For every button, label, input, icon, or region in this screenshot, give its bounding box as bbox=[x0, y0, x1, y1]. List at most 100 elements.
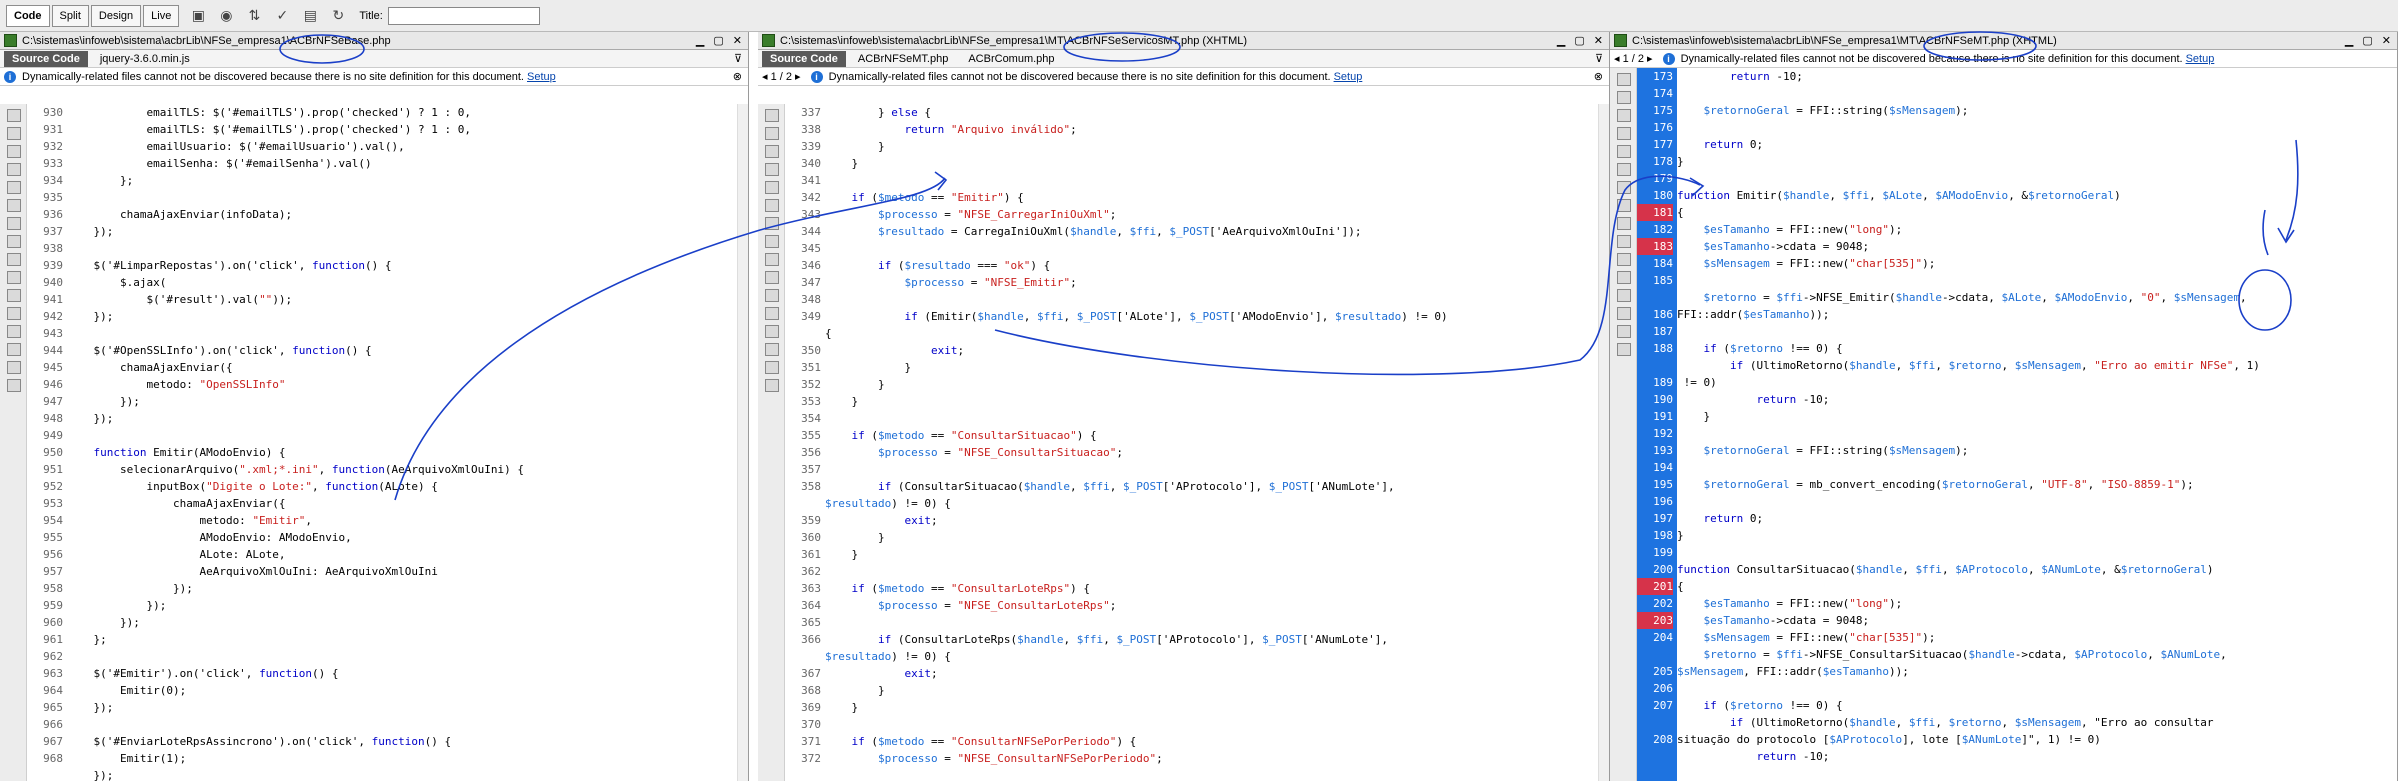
code-line[interactable]: if (ConsultarLoteRps($handle, $ffi, $_PO… bbox=[825, 631, 1598, 648]
wrap-tag-icon[interactable] bbox=[765, 289, 779, 302]
code-line[interactable]: emailTLS: $('#emailTLS').prop('checked')… bbox=[67, 104, 737, 121]
code-line[interactable]: if (ConsultarSituacao($handle, $ffi, $_P… bbox=[825, 478, 1598, 495]
code-line[interactable]: function Emitir(AModoEnvio) { bbox=[67, 444, 737, 461]
code-line[interactable]: $processo = "NFSE_ConsultarSituacao"; bbox=[825, 444, 1598, 461]
code-line[interactable]: return -10; bbox=[1677, 68, 2397, 85]
title-input[interactable] bbox=[387, 6, 540, 25]
preview-browser-icon[interactable]: ◉ bbox=[215, 5, 237, 27]
code-line[interactable]: metodo: "OpenSSLInfo" bbox=[67, 376, 737, 393]
code-line[interactable]: $('#LimparRepostas').on('click', functio… bbox=[67, 257, 737, 274]
tab-source-code[interactable]: Source Code bbox=[4, 50, 88, 67]
move-css-icon[interactable] bbox=[765, 325, 779, 338]
code-line[interactable] bbox=[825, 716, 1598, 733]
code-line[interactable]: return 0; bbox=[1677, 136, 2397, 153]
code-line[interactable]: } bbox=[825, 546, 1598, 563]
code-line[interactable]: } bbox=[1677, 408, 2397, 425]
minimize-icon[interactable]: ▁ bbox=[1557, 34, 1565, 47]
tab-jquery[interactable]: jquery-3.6.0.min.js bbox=[92, 51, 198, 67]
live-view-button[interactable]: Live bbox=[143, 4, 180, 27]
code-line[interactable]: if ($metodo == "Emitir") { bbox=[825, 189, 1598, 206]
code-line[interactable]: function Emitir($handle, $ffi, $ALote, $… bbox=[1677, 187, 2397, 204]
pane-1-code-area[interactable]: emailTLS: $('#emailTLS').prop('checked')… bbox=[67, 104, 737, 781]
code-line[interactable]: emailSenha: $('#emailSenha').val() bbox=[67, 155, 737, 172]
code-line[interactable]: $sMensagem = FFI::new("char[535]"); bbox=[1677, 255, 2397, 272]
code-line[interactable]: if ($metodo == "ConsultarSituacao") { bbox=[825, 427, 1598, 444]
remove-comment-icon[interactable] bbox=[7, 271, 21, 284]
code-line[interactable] bbox=[825, 614, 1598, 631]
format-source-icon[interactable] bbox=[7, 379, 21, 392]
outdent-icon[interactable] bbox=[765, 361, 779, 374]
close-info-icon[interactable]: ⊗ bbox=[1594, 70, 1603, 83]
code-line[interactable]: return -10; bbox=[1677, 391, 2397, 408]
code-line[interactable]: function ConsultarSituacao($handle, $ffi… bbox=[1677, 561, 2397, 578]
code-line[interactable]: return 0; bbox=[1677, 510, 2397, 527]
syntax-error-icon[interactable] bbox=[7, 235, 21, 248]
code-line[interactable]: $retornoGeral = mb_convert_encoding($ret… bbox=[1677, 476, 2397, 493]
minimize-icon[interactable]: ▁ bbox=[2345, 34, 2353, 47]
code-line[interactable] bbox=[1677, 459, 2397, 476]
indent-icon[interactable] bbox=[765, 343, 779, 356]
restore-icon[interactable]: ▢ bbox=[713, 34, 723, 47]
format-source-icon[interactable] bbox=[1617, 343, 1631, 356]
code-line[interactable]: $resultado = CarregaIniOuXml($handle, $f… bbox=[825, 223, 1598, 240]
collapse-tag-icon[interactable] bbox=[7, 127, 21, 140]
tab-source-code[interactable]: Source Code bbox=[762, 50, 846, 67]
code-line[interactable]: return -10; bbox=[1677, 748, 2397, 765]
apply-comment-icon[interactable] bbox=[1617, 217, 1631, 230]
code-line[interactable]: if ($metodo == "ConsultarNFSePorPeriodo"… bbox=[825, 733, 1598, 750]
code-line[interactable]: } bbox=[825, 393, 1598, 410]
indent-icon[interactable] bbox=[7, 343, 21, 356]
code-line[interactable]: if (Emitir($handle, $ffi, $_POST['ALote'… bbox=[825, 308, 1598, 325]
syntax-error-icon[interactable] bbox=[1617, 199, 1631, 212]
select-parent-icon[interactable] bbox=[7, 163, 21, 176]
expand-all-icon[interactable] bbox=[765, 145, 779, 158]
code-line[interactable]: emailUsuario: $('#emailUsuario').val(), bbox=[67, 138, 737, 155]
code-line[interactable]: $processo = "NFSE_CarregarIniOuXml"; bbox=[825, 206, 1598, 223]
select-parent-icon[interactable] bbox=[765, 163, 779, 176]
code-line[interactable]: FFI::addr($esTamanho)); bbox=[1677, 306, 2397, 323]
line-numbers-icon[interactable] bbox=[765, 199, 779, 212]
code-line[interactable] bbox=[825, 291, 1598, 308]
line-numbers-icon[interactable] bbox=[1617, 163, 1631, 176]
code-line[interactable]: AModoEnvio: AModoEnvio, bbox=[67, 529, 737, 546]
code-line[interactable]: $processo = "NFSE_ConsultarLoteRps"; bbox=[825, 597, 1598, 614]
code-line[interactable]: { bbox=[1677, 578, 2397, 595]
code-line[interactable]: $('#EnviarLoteRpsAssincrono').on('click'… bbox=[67, 733, 737, 750]
code-line[interactable]: }); bbox=[67, 410, 737, 427]
code-line[interactable]: }); bbox=[67, 393, 737, 410]
code-line[interactable]: }); bbox=[67, 597, 737, 614]
code-line[interactable]: chamaAjaxEnviar(infoData); bbox=[67, 206, 737, 223]
move-css-icon[interactable] bbox=[1617, 289, 1631, 302]
recent-snippets-icon[interactable] bbox=[7, 307, 21, 320]
code-line[interactable]: emailTLS: $('#emailTLS').prop('checked')… bbox=[67, 121, 737, 138]
balance-braces-icon[interactable] bbox=[765, 181, 779, 194]
file-management-icon[interactable]: ⇅ bbox=[243, 5, 265, 27]
code-line[interactable]: inputBox("Digite o Lote:", function(ALot… bbox=[67, 478, 737, 495]
code-line[interactable]: $resultado) != 0) { bbox=[825, 648, 1598, 665]
code-line[interactable] bbox=[1677, 323, 2397, 340]
tab-acbrcomum[interactable]: ACBrComum.php bbox=[960, 51, 1062, 67]
code-line[interactable]: chamaAjaxEnviar({ bbox=[67, 359, 737, 376]
minimize-icon[interactable]: ▁ bbox=[696, 34, 704, 47]
recent-snippets-icon[interactable] bbox=[765, 307, 779, 320]
code-line[interactable]: } bbox=[1677, 153, 2397, 170]
code-line[interactable]: $esTamanho->cdata = 9048; bbox=[1677, 612, 2397, 629]
code-line[interactable] bbox=[1677, 272, 2397, 289]
filter-icon[interactable]: ⊽ bbox=[734, 52, 742, 65]
code-line[interactable] bbox=[67, 427, 737, 444]
split-view-button[interactable]: Split bbox=[51, 4, 89, 27]
code-line[interactable]: } else { bbox=[825, 104, 1598, 121]
remove-comment-icon[interactable] bbox=[765, 271, 779, 284]
open-documents-icon[interactable] bbox=[7, 109, 21, 122]
code-line[interactable]: }); bbox=[67, 580, 737, 597]
code-line[interactable] bbox=[1677, 170, 2397, 187]
code-line[interactable]: }; bbox=[67, 172, 737, 189]
code-line[interactable]: $sMensagem = FFI::new("char[535]"); bbox=[1677, 629, 2397, 646]
filter-icon[interactable]: ⊽ bbox=[1595, 52, 1603, 65]
code-line[interactable]: }); bbox=[67, 767, 737, 781]
close-icon[interactable]: ✕ bbox=[1594, 34, 1603, 47]
code-line[interactable]: chamaAjaxEnviar({ bbox=[67, 495, 737, 512]
highlight-invalid-icon[interactable] bbox=[1617, 181, 1631, 194]
code-line[interactable]: $esTamanho = FFI::new("long"); bbox=[1677, 595, 2397, 612]
code-line[interactable] bbox=[67, 716, 737, 733]
